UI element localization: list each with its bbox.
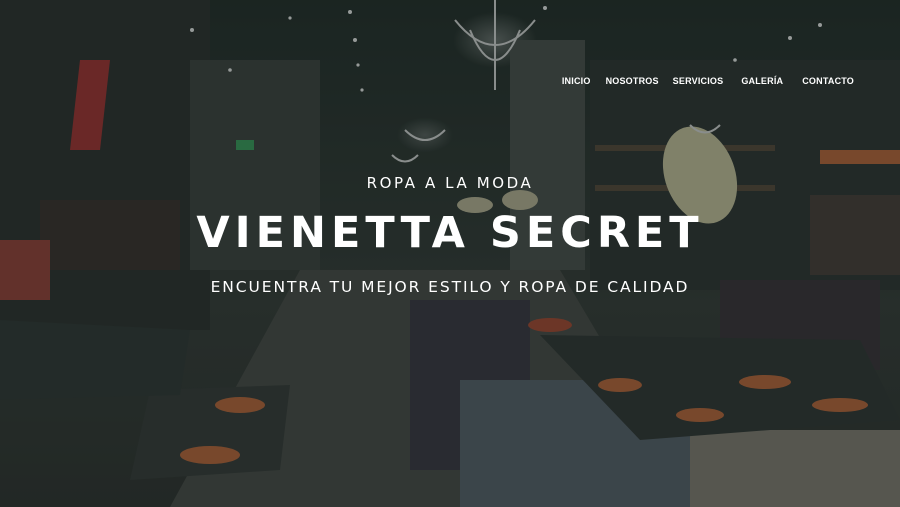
hero-section: INICIO NOSOTROS SERVICIOS GALERÍA CONTAC…	[0, 0, 900, 507]
nav-item-nosotros[interactable]: NOSOTROS	[606, 76, 659, 86]
hero-subtitle: ENCUENTRA TU MEJOR ESTILO Y ROPA DE CALI…	[210, 278, 690, 296]
nav-item-galeria[interactable]: GALERÍA	[741, 76, 783, 86]
nav-item-contacto[interactable]: CONTACTO	[802, 76, 854, 86]
nav-item-servicios[interactable]: SERVICIOS	[673, 76, 724, 86]
main-navigation: INICIO NOSOTROS SERVICIOS GALERÍA CONTAC…	[562, 76, 854, 86]
hero-title: VIENETTA SECRET	[196, 208, 704, 258]
hero-tagline: ROPA A LA MODA	[366, 174, 534, 192]
nav-item-inicio[interactable]: INICIO	[562, 76, 591, 86]
